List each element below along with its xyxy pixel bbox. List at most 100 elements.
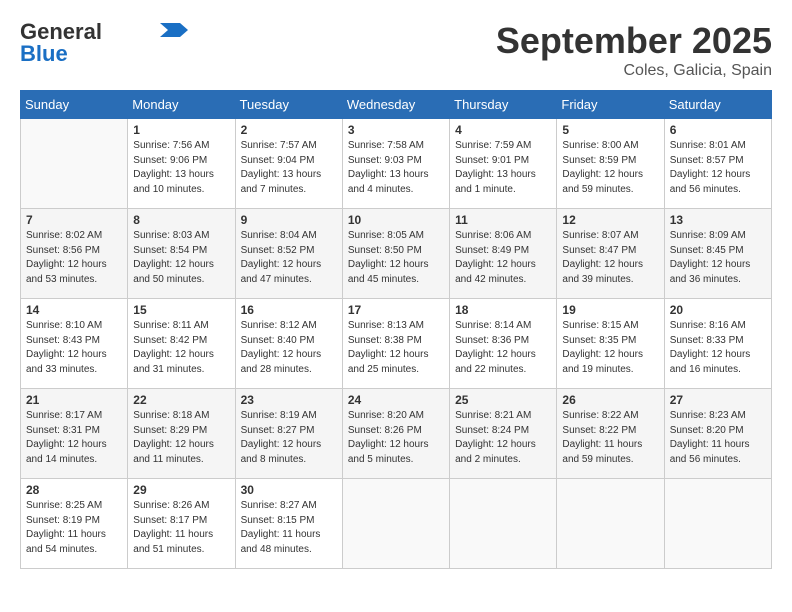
week-row-3: 14Sunrise: 8:10 AM Sunset: 8:43 PM Dayli… xyxy=(21,299,772,389)
day-number: 6 xyxy=(670,123,766,137)
day-info: Sunrise: 8:01 AM Sunset: 8:57 PM Dayligh… xyxy=(670,139,766,197)
calendar-cell: 16 Sunrise: 8:12 AM Sunset: 8:40 PM Dayli… xyxy=(235,299,342,389)
calendar-cell: 27 Sunrise: 8:23 AM Sunset: 8:20 PM Dayli… xyxy=(664,389,771,479)
day-number: 27 xyxy=(670,393,766,407)
day-info: Sunrise: 8:13 AM Sunset: 8:38 PM Dayligh… xyxy=(348,319,444,377)
week-row-2: 7Sunrise: 8:02 AM Sunset: 8:56 PM Daylig… xyxy=(21,209,772,299)
day-info: Sunrise: 8:07 AM Sunset: 8:47 PM Dayligh… xyxy=(562,229,658,287)
day-number: 14 xyxy=(26,303,122,317)
calendar-cell: 8Sunrise: 8:03 AM Sunset: 8:54 PM Daylig… xyxy=(128,209,235,299)
day-info: Sunrise: 8:17 AM Sunset: 8:31 PM Dayligh… xyxy=(26,409,122,467)
calendar-cell: 5 Sunrise: 8:00 AM Sunset: 8:59 PM Daylig… xyxy=(557,119,664,209)
day-info: Sunrise: 8:26 AM Sunset: 8:17 PM Dayligh… xyxy=(133,499,229,557)
day-number: 26 xyxy=(562,393,658,407)
day-info: Sunrise: 8:22 AM Sunset: 8:22 PM Dayligh… xyxy=(562,409,658,467)
day-number: 16 xyxy=(241,303,337,317)
calendar-cell: 11Sunrise: 8:06 AM Sunset: 8:49 PM Dayli… xyxy=(450,209,557,299)
calendar-cell: 14Sunrise: 8:10 AM Sunset: 8:43 PM Dayli… xyxy=(21,299,128,389)
calendar-cell xyxy=(450,479,557,569)
day-number: 3 xyxy=(348,123,444,137)
day-info: Sunrise: 8:21 AM Sunset: 8:24 PM Dayligh… xyxy=(455,409,551,467)
day-info: Sunrise: 8:04 AM Sunset: 8:52 PM Dayligh… xyxy=(241,229,337,287)
title-block: September 2025 Coles, Galicia, Spain xyxy=(496,20,772,80)
calendar-cell: 23 Sunrise: 8:19 AM Sunset: 8:27 PM Dayli… xyxy=(235,389,342,479)
day-info: Sunrise: 8:19 AM Sunset: 8:27 PM Dayligh… xyxy=(241,409,337,467)
weekday-header-monday: Monday xyxy=(128,91,235,119)
weekday-header-thursday: Thursday xyxy=(450,91,557,119)
calendar-cell: 12 Sunrise: 8:07 AM Sunset: 8:47 PM Dayli… xyxy=(557,209,664,299)
day-number: 30 xyxy=(241,483,337,497)
weekday-header-friday: Friday xyxy=(557,91,664,119)
logo-arrow-icon xyxy=(160,23,188,37)
logo-blue-text: Blue xyxy=(20,42,68,66)
day-info: Sunrise: 8:16 AM Sunset: 8:33 PM Dayligh… xyxy=(670,319,766,377)
month-year-title: September 2025 xyxy=(496,20,772,62)
day-number: 23 xyxy=(241,393,337,407)
day-number: 18 xyxy=(455,303,551,317)
day-number: 29 xyxy=(133,483,229,497)
calendar-cell: 6 Sunrise: 8:01 AM Sunset: 8:57 PM Daylig… xyxy=(664,119,771,209)
calendar-cell: 18 Sunrise: 8:14 AM Sunset: 8:36 PM Dayli… xyxy=(450,299,557,389)
day-number: 10 xyxy=(348,213,444,227)
calendar-cell xyxy=(557,479,664,569)
day-number: 4 xyxy=(455,123,551,137)
calendar-cell xyxy=(21,119,128,209)
day-info: Sunrise: 8:05 AM Sunset: 8:50 PM Dayligh… xyxy=(348,229,444,287)
calendar-cell: 20 Sunrise: 8:16 AM Sunset: 8:33 PM Dayli… xyxy=(664,299,771,389)
calendar-cell: 22 Sunrise: 8:18 AM Sunset: 8:29 PM Dayli… xyxy=(128,389,235,479)
day-number: 15 xyxy=(133,303,229,317)
day-info: Sunrise: 8:23 AM Sunset: 8:20 PM Dayligh… xyxy=(670,409,766,467)
day-number: 8 xyxy=(133,213,229,227)
calendar-cell: 4 Sunrise: 7:59 AM Sunset: 9:01 PM Daylig… xyxy=(450,119,557,209)
calendar-cell xyxy=(664,479,771,569)
day-number: 21 xyxy=(26,393,122,407)
location-subtitle: Coles, Galicia, Spain xyxy=(496,62,772,80)
day-number: 1 xyxy=(133,123,229,137)
day-number: 5 xyxy=(562,123,658,137)
day-info: Sunrise: 8:27 AM Sunset: 8:15 PM Dayligh… xyxy=(241,499,337,557)
day-info: Sunrise: 8:06 AM Sunset: 8:49 PM Dayligh… xyxy=(455,229,551,287)
weekday-header-tuesday: Tuesday xyxy=(235,91,342,119)
calendar-cell: 13 Sunrise: 8:09 AM Sunset: 8:45 PM Dayli… xyxy=(664,209,771,299)
calendar-cell: 29 Sunrise: 8:26 AM Sunset: 8:17 PM Dayli… xyxy=(128,479,235,569)
week-row-4: 21 Sunrise: 8:17 AM Sunset: 8:31 PM Dayli… xyxy=(21,389,772,479)
day-info: Sunrise: 7:59 AM Sunset: 9:01 PM Dayligh… xyxy=(455,139,551,197)
calendar-cell: 30 Sunrise: 8:27 AM Sunset: 8:15 PM Dayli… xyxy=(235,479,342,569)
page-header: General Blue September 2025 Coles, Galic… xyxy=(20,20,772,80)
calendar-cell xyxy=(342,479,449,569)
day-number: 25 xyxy=(455,393,551,407)
calendar-table: SundayMondayTuesdayWednesdayThursdayFrid… xyxy=(20,90,772,569)
week-row-5: 28Sunrise: 8:25 AM Sunset: 8:19 PM Dayli… xyxy=(21,479,772,569)
calendar-cell: 1 Sunrise: 7:56 AM Sunset: 9:06 PM Daylig… xyxy=(128,119,235,209)
day-number: 17 xyxy=(348,303,444,317)
day-info: Sunrise: 8:00 AM Sunset: 8:59 PM Dayligh… xyxy=(562,139,658,197)
day-number: 20 xyxy=(670,303,766,317)
day-info: Sunrise: 8:18 AM Sunset: 8:29 PM Dayligh… xyxy=(133,409,229,467)
day-info: Sunrise: 7:56 AM Sunset: 9:06 PM Dayligh… xyxy=(133,139,229,197)
calendar-cell: 7Sunrise: 8:02 AM Sunset: 8:56 PM Daylig… xyxy=(21,209,128,299)
day-info: Sunrise: 8:25 AM Sunset: 8:19 PM Dayligh… xyxy=(26,499,122,557)
day-number: 22 xyxy=(133,393,229,407)
day-info: Sunrise: 8:09 AM Sunset: 8:45 PM Dayligh… xyxy=(670,229,766,287)
day-number: 24 xyxy=(348,393,444,407)
day-number: 12 xyxy=(562,213,658,227)
calendar-cell: 24 Sunrise: 8:20 AM Sunset: 8:26 PM Dayli… xyxy=(342,389,449,479)
calendar-cell: 25 Sunrise: 8:21 AM Sunset: 8:24 PM Dayli… xyxy=(450,389,557,479)
day-number: 13 xyxy=(670,213,766,227)
day-info: Sunrise: 8:02 AM Sunset: 8:56 PM Dayligh… xyxy=(26,229,122,287)
day-info: Sunrise: 8:12 AM Sunset: 8:40 PM Dayligh… xyxy=(241,319,337,377)
day-info: Sunrise: 7:58 AM Sunset: 9:03 PM Dayligh… xyxy=(348,139,444,197)
day-info: Sunrise: 8:11 AM Sunset: 8:42 PM Dayligh… xyxy=(133,319,229,377)
day-number: 2 xyxy=(241,123,337,137)
day-info: Sunrise: 7:57 AM Sunset: 9:04 PM Dayligh… xyxy=(241,139,337,197)
logo: General Blue xyxy=(20,20,188,66)
calendar-cell: 10 Sunrise: 8:05 AM Sunset: 8:50 PM Dayli… xyxy=(342,209,449,299)
calendar-cell: 19Sunrise: 8:15 AM Sunset: 8:35 PM Dayli… xyxy=(557,299,664,389)
calendar-cell: 28Sunrise: 8:25 AM Sunset: 8:19 PM Dayli… xyxy=(21,479,128,569)
calendar-cell: 26 Sunrise: 8:22 AM Sunset: 8:22 PM Dayli… xyxy=(557,389,664,479)
day-info: Sunrise: 8:20 AM Sunset: 8:26 PM Dayligh… xyxy=(348,409,444,467)
calendar-cell: 17 Sunrise: 8:13 AM Sunset: 8:38 PM Dayli… xyxy=(342,299,449,389)
calendar-cell: 3 Sunrise: 7:58 AM Sunset: 9:03 PM Daylig… xyxy=(342,119,449,209)
weekday-header-wednesday: Wednesday xyxy=(342,91,449,119)
day-info: Sunrise: 8:14 AM Sunset: 8:36 PM Dayligh… xyxy=(455,319,551,377)
